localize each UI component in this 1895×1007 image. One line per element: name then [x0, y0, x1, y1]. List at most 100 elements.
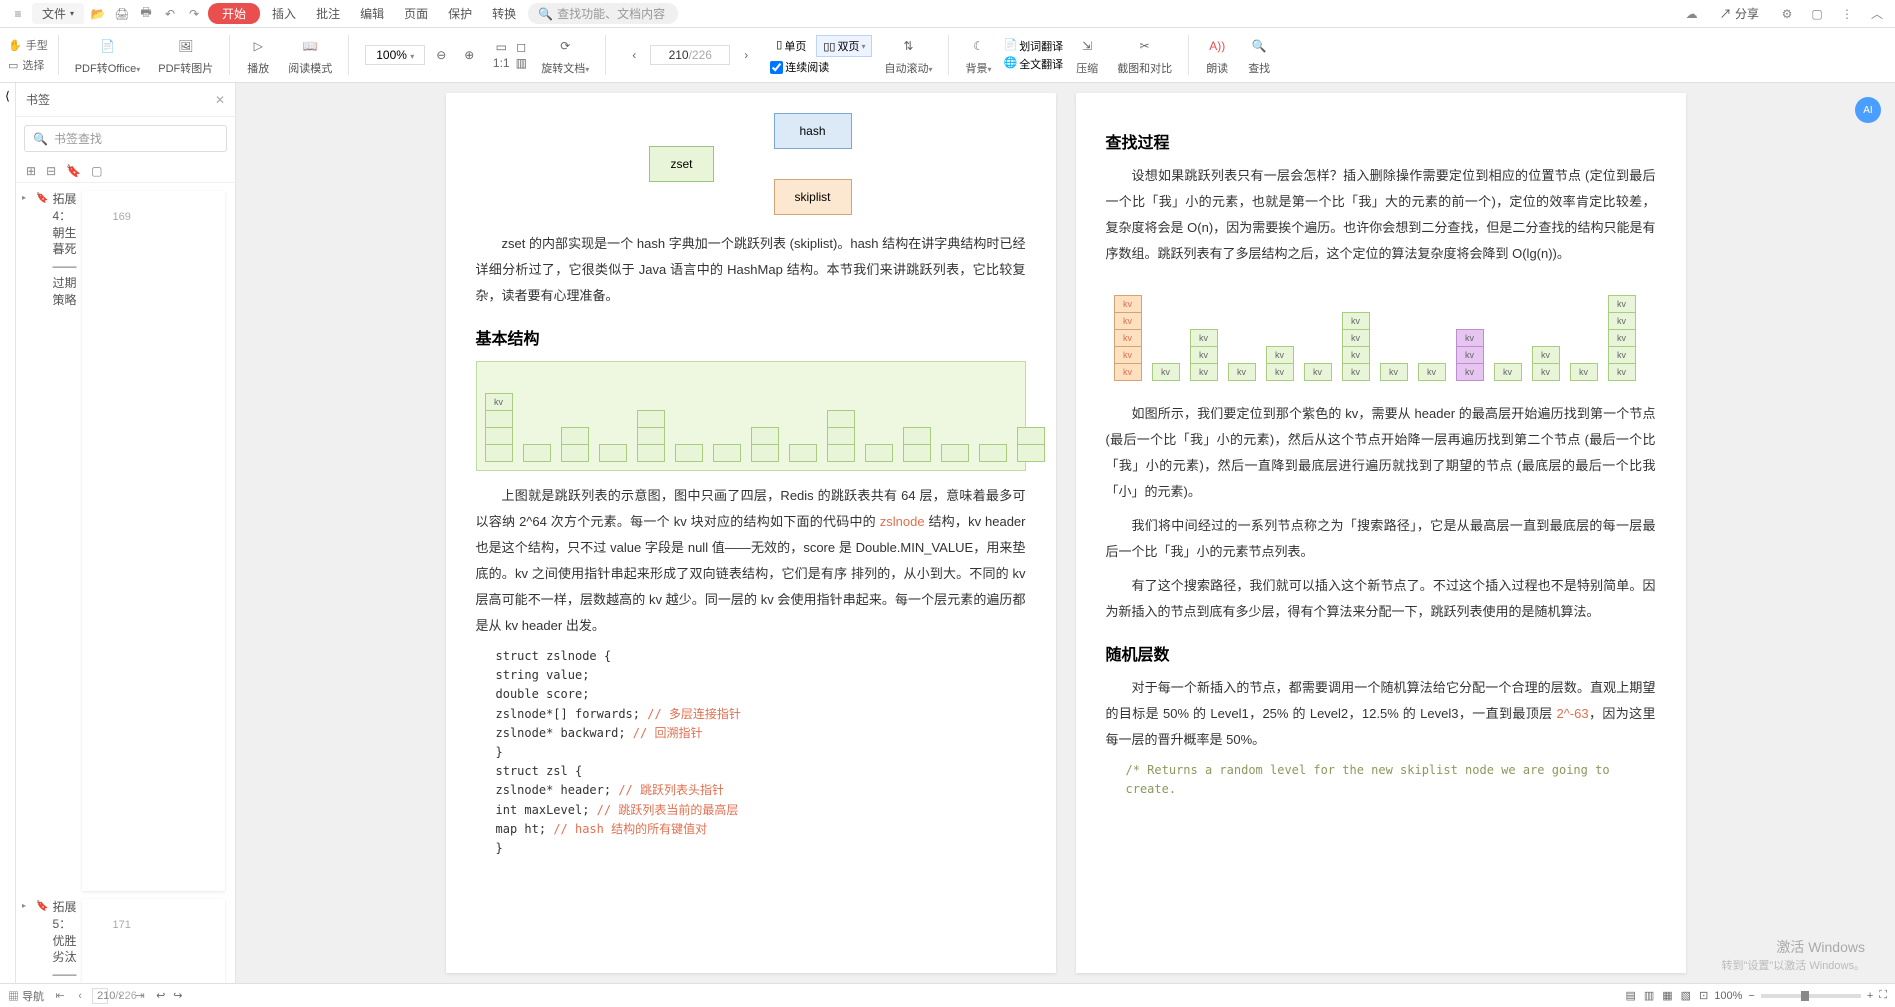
background-button[interactable]: ☾ 背景▾ — [959, 34, 997, 76]
skiplist-diagram-1: kv — [476, 361, 1026, 471]
fit-page-icon[interactable]: ◻ — [513, 39, 529, 55]
compare-button[interactable]: ✂ 截图和对比 — [1111, 34, 1178, 76]
next-page-icon[interactable]: › — [112, 990, 128, 1002]
tab-protect[interactable]: 保护 — [440, 1, 480, 26]
rotate-button[interactable]: ⟳ 旋转文档▾ — [535, 34, 595, 76]
bookmark-item[interactable]: ▸🔖拓展 4：朝生暮死 —— 过期策略169 — [16, 187, 235, 895]
last-page-icon[interactable]: ⇥ — [132, 989, 148, 1002]
prev-page-icon[interactable]: ‹ — [622, 43, 646, 67]
view-mode-2-icon[interactable]: ▥ — [1644, 989, 1654, 1002]
paragraph: 如图所示，我们要定位到那个紫色的 kv，需要从 header 的最高层开始遍历找… — [1106, 401, 1656, 505]
expand-all-icon[interactable]: ⊞ — [26, 164, 36, 178]
view-mode-4-icon[interactable]: ▧ — [1681, 989, 1691, 1002]
share-button[interactable]: ↗ 分享 — [1712, 1, 1767, 26]
back-icon[interactable]: ↩ — [156, 989, 165, 1002]
bookmark-search[interactable]: 🔍 书签查找 — [24, 125, 227, 152]
pdf-to-image[interactable]: 🖼 PDF转图片 — [152, 34, 219, 76]
toolbar: ✋ 手型 ▭ 选择 📄 PDF转Office▾ 🖼 PDF转图片 ▷ 播放 📖 … — [0, 28, 1895, 83]
search-icon: 🔍 — [538, 7, 553, 21]
more-icon[interactable]: ⋮ — [1837, 4, 1857, 24]
find-icon: 🔍 — [1247, 34, 1271, 58]
continuous-read-toggle[interactable]: 连续阅读 — [770, 59, 872, 75]
two-page-icon[interactable]: ▥ — [513, 55, 529, 71]
assistant-float-button[interactable]: AI — [1855, 97, 1881, 123]
paragraph: 设想如果跳跃列表只有一层会怎样？插入删除操作需要定位到相应的位置节点 (定位到最… — [1106, 163, 1656, 267]
moon-icon: ☾ — [966, 34, 990, 58]
play-button[interactable]: ▷ 播放 — [240, 34, 276, 76]
undo-icon[interactable]: ↶ — [160, 4, 180, 24]
bookmark-item[interactable]: ▸🔖拓展 5：优胜劣汰 —— LRU171 — [16, 895, 235, 983]
zset-diagram: zset hash skiplist — [476, 113, 1026, 215]
status-page-input[interactable]: 210/226 — [92, 988, 108, 1004]
collapse-icon[interactable]: ︿ — [1867, 4, 1887, 24]
continuous-checkbox[interactable] — [770, 61, 783, 74]
heading-find: 查找过程 — [1106, 129, 1656, 153]
edge-collapse-icon[interactable]: ⟨ — [5, 89, 10, 103]
document-view[interactable]: AI zset hash skiplist zset 的内部实现是一个 hash… — [236, 83, 1895, 983]
next-page-icon[interactable]: › — [734, 43, 758, 67]
view-mode-1-icon[interactable]: ▤ — [1625, 989, 1635, 1002]
find-button[interactable]: 🔍 查找 — [1241, 34, 1277, 76]
tab-start[interactable]: 开始 — [208, 3, 260, 24]
zoom-out-icon[interactable]: − — [1748, 990, 1754, 1002]
read-aloud-button[interactable]: A)) 朗读 — [1199, 34, 1235, 76]
read-mode-button[interactable]: 📖 阅读模式 — [282, 34, 338, 76]
bookmark-del-icon[interactable]: ▢ — [91, 164, 102, 178]
global-search[interactable]: 🔍 查找功能、文档内容 — [528, 3, 678, 24]
mouse-mode: ✋ 手型 ▭ 选择 — [8, 37, 48, 73]
bookmark-toolbar: ⊞ ⊟ 🔖 ▢ — [16, 160, 235, 183]
menu-icon[interactable]: ≡ — [8, 4, 28, 24]
file-menu[interactable]: 文件 ▾ — [32, 3, 84, 24]
compress-button[interactable]: ⇲ 压缩 — [1069, 34, 1105, 76]
select-mode[interactable]: ▭ 选择 — [8, 57, 48, 73]
fullscreen-icon[interactable]: ⛶ — [1879, 989, 1887, 1002]
zoom-out-icon[interactable]: ⊖ — [429, 43, 453, 67]
print-icon[interactable]: 🖶 — [136, 4, 156, 24]
paragraph: 上图就是跳跃列表的示意图，图中只画了四层，Redis 的跳跃表共有 64 层，意… — [476, 483, 1026, 639]
nav-icon[interactable]: ▦ 导航 — [8, 988, 44, 1004]
first-page-icon[interactable]: ⇤ — [52, 989, 68, 1002]
tab-annotate[interactable]: 批注 — [308, 1, 348, 26]
tab-insert[interactable]: 插入 — [264, 1, 304, 26]
forward-icon[interactable]: ↪ — [173, 989, 182, 1002]
page-input[interactable]: 210/226 — [650, 45, 730, 65]
close-sidebar-icon[interactable]: ✕ — [215, 93, 225, 107]
prev-page-icon[interactable]: ‹ — [72, 990, 88, 1002]
zoom-slider[interactable] — [1761, 994, 1861, 998]
tab-page[interactable]: 页面 — [396, 1, 436, 26]
heading-random: 随机层数 — [1106, 641, 1656, 665]
zoom-in-icon[interactable]: ⊕ — [457, 43, 481, 67]
zoom-in-icon[interactable]: + — [1867, 990, 1873, 1002]
full-translate-button[interactable]: 🌐 全文翻译 — [1003, 56, 1063, 72]
actual-size-icon[interactable]: 1:1 — [493, 55, 509, 71]
cloud-icon[interactable]: ☁ — [1682, 4, 1702, 24]
tab-edit[interactable]: 编辑 — [352, 1, 392, 26]
skin-icon[interactable]: ▢ — [1807, 4, 1827, 24]
word-translate-button[interactable]: 📄 划词翻译 — [1003, 38, 1063, 54]
save-icon[interactable]: 🖨 — [112, 4, 132, 24]
collapse-all-icon[interactable]: ⊟ — [46, 164, 56, 178]
hand-mode[interactable]: ✋ 手型 — [8, 37, 48, 53]
open-icon[interactable]: 📂 — [88, 4, 108, 24]
fit-icon[interactable]: ⊡ — [1699, 989, 1708, 1002]
bookmark-add-icon[interactable]: 🔖 — [66, 164, 81, 178]
menubar: ≡ 文件 ▾ 📂 🖨 🖶 ↶ ↷ 开始 插入 批注 编辑 页面 保护 转换 🔍 … — [0, 0, 1895, 28]
fit-width-icon[interactable]: ▭ — [493, 39, 509, 55]
tab-convert[interactable]: 转换 — [484, 1, 524, 26]
auto-scroll-button[interactable]: ⇅ 自动滚动▾ — [878, 34, 938, 76]
speaker-icon: A)) — [1205, 34, 1229, 58]
search-icon: 🔍 — [33, 132, 48, 146]
double-page-toggle[interactable]: ▯▯ 双页 ▾ — [816, 35, 872, 57]
compress-icon: ⇲ — [1075, 34, 1099, 58]
redo-icon[interactable]: ↷ — [184, 4, 204, 24]
rotate-icon: ⟳ — [553, 34, 577, 58]
gear-icon[interactable]: ⚙ — [1777, 4, 1797, 24]
left-edge-strip: ⟨ — [0, 83, 16, 983]
zoom-value[interactable]: 100% — [1714, 990, 1742, 1002]
single-page-toggle[interactable]: ▯ 单页 — [770, 36, 812, 56]
pdf-to-office[interactable]: 📄 PDF转Office▾ — [69, 34, 147, 76]
zoom-input[interactable]: 100% ▾ — [365, 45, 425, 65]
scroll-icon: ⇅ — [896, 34, 920, 58]
zoom-controls: 100% ▾ ⊖ ⊕ — [359, 43, 487, 67]
view-mode-3-icon[interactable]: ▦ — [1662, 989, 1672, 1002]
